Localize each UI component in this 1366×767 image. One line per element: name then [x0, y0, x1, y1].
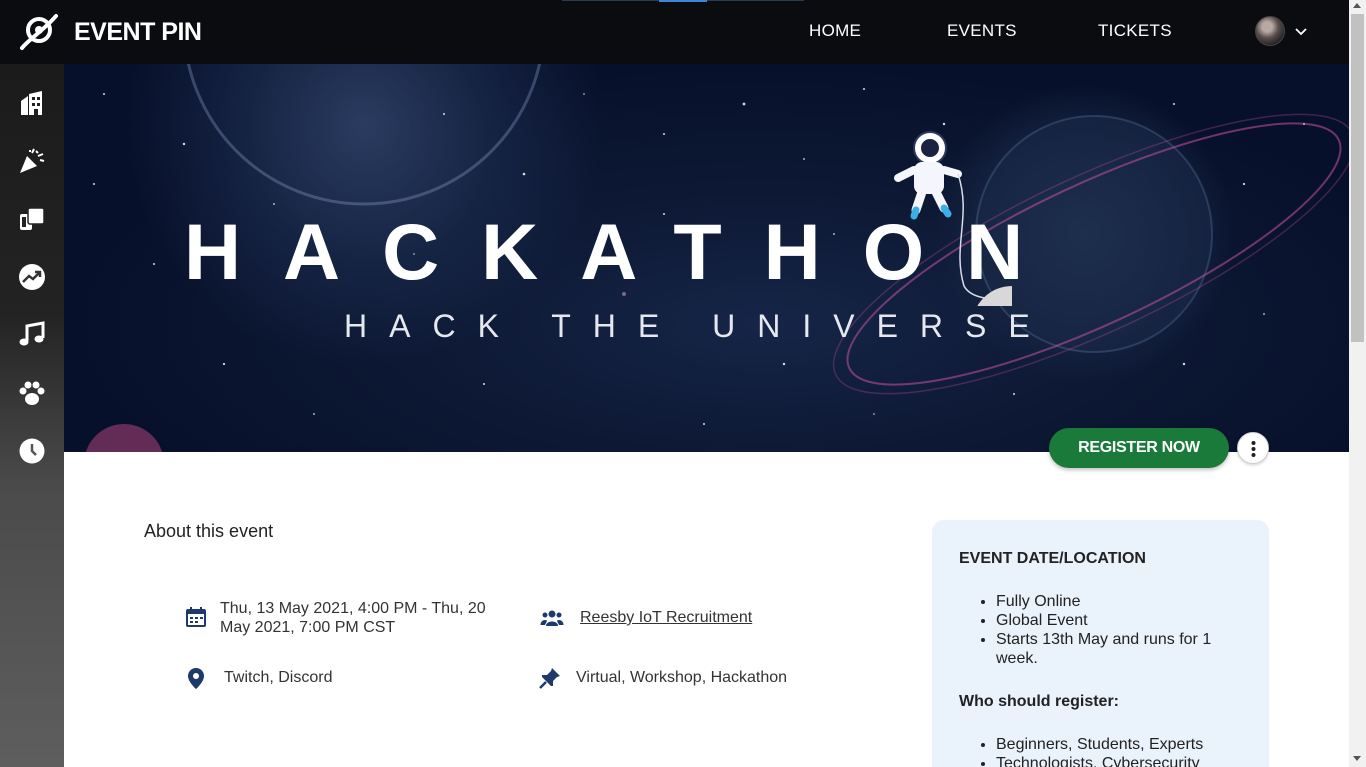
list-item: Fully Online	[996, 592, 1236, 611]
list-item: Global Event	[996, 611, 1236, 630]
orbit-pin-logo-icon[interactable]	[18, 12, 58, 52]
loading-indicator	[562, 0, 804, 2]
group-icon	[540, 610, 564, 626]
pushpin-icon	[539, 668, 560, 689]
event-location: Twitch, Discord	[224, 669, 333, 686]
scrollbar-thumb[interactable]	[1351, 14, 1364, 342]
event-banner: HACKATHON HACK THE UNIVERSE	[64, 64, 1349, 452]
nav-events[interactable]: EVENTS	[947, 21, 1017, 41]
event-tags: Virtual, Workshop, Hackathon	[576, 669, 788, 686]
register-now-button[interactable]: REGISTER NOW	[1049, 428, 1229, 468]
brand-name[interactable]: EVENT PIN	[74, 18, 202, 47]
card-heading: EVENT DATE/LOCATION	[959, 550, 1146, 567]
page-scrollbar[interactable]	[1349, 0, 1366, 767]
calendar-icon	[186, 607, 206, 627]
list-item: Starts 13th May and runs for 1 week.	[996, 630, 1236, 668]
banner-title: HACKATHON	[184, 207, 1066, 296]
sidebar	[0, 64, 64, 767]
more-vertical-icon	[1251, 441, 1256, 457]
user-avatar[interactable]	[1255, 16, 1285, 46]
theater-icon[interactable]	[18, 205, 46, 233]
nav-home[interactable]: HOME	[809, 21, 861, 41]
about-event-heading: About this event	[144, 521, 274, 541]
top-navigation-bar: EVENT PIN HOME EVENTS TICKETS	[0, 0, 1349, 64]
list-item: Beginners, Students, Experts	[996, 735, 1246, 754]
event-info-card: EVENT DATE/LOCATION Fully Online Global …	[932, 520, 1269, 767]
banner-subtitle: HACK THE UNIVERSE	[344, 308, 1052, 344]
paw-icon[interactable]	[18, 379, 46, 407]
audience-list: Beginners, Students, Experts Technologis…	[996, 735, 1246, 767]
event-date-time: Thu, 13 May 2021, 4:00 PM - Thu, 20 May …	[220, 600, 486, 636]
more-options-button[interactable]	[1237, 432, 1269, 464]
list-item: Technologists, Cybersecurity	[996, 754, 1246, 767]
nav-tickets[interactable]: TICKETS	[1098, 21, 1172, 41]
scroll-up-arrow-icon[interactable]	[1353, 3, 1361, 8]
chevron-down-icon[interactable]	[1293, 24, 1309, 40]
building-icon[interactable]	[18, 89, 46, 117]
organizer-name[interactable]: Reesby IoT Recruitment	[580, 609, 752, 626]
organizer-link[interactable]: Reesby IoT Recruitment	[580, 608, 752, 627]
clock-icon[interactable]	[18, 437, 46, 465]
event-details-list: Fully Online Global Event Starts 13th Ma…	[996, 592, 1236, 668]
location-pin-icon	[188, 668, 204, 689]
music-note-icon[interactable]	[18, 321, 46, 349]
scroll-down-arrow-icon[interactable]	[1353, 756, 1361, 761]
who-should-register-heading: Who should register:	[959, 693, 1119, 710]
trending-icon[interactable]	[18, 263, 46, 291]
party-popper-icon[interactable]	[18, 147, 46, 175]
